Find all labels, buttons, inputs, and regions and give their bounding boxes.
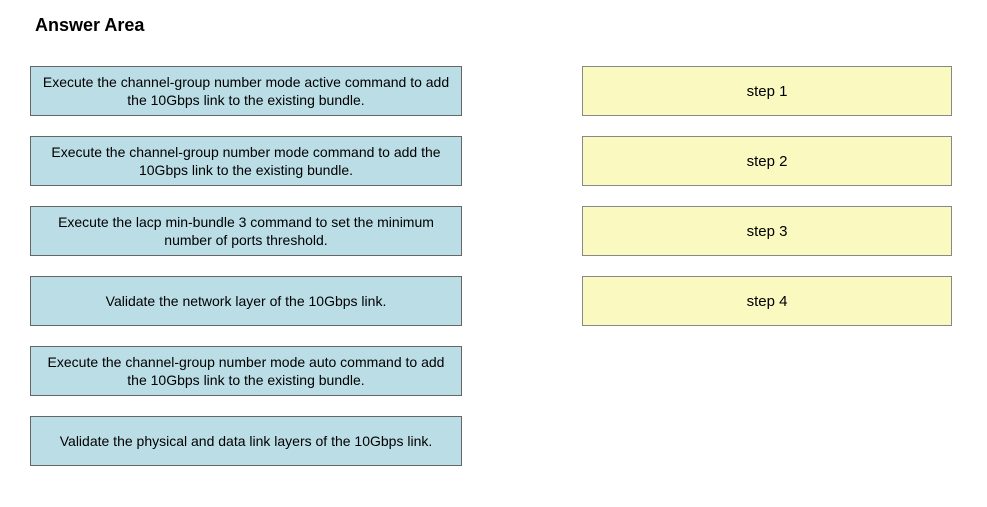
source-item[interactable]: Validate the network layer of the 10Gbps… <box>30 276 462 326</box>
page-title: Answer Area <box>35 15 957 36</box>
drag-drop-container: Execute the channel-group number mode ac… <box>30 66 957 466</box>
source-item[interactable]: Execute the channel-group number mode ac… <box>30 66 462 116</box>
target-column: step 1 step 2 step 3 step 4 <box>582 66 952 466</box>
source-column: Execute the channel-group number mode ac… <box>30 66 462 466</box>
source-item[interactable]: Execute the channel-group number mode co… <box>30 136 462 186</box>
target-item[interactable]: step 1 <box>582 66 952 116</box>
source-item[interactable]: Execute the channel-group number mode au… <box>30 346 462 396</box>
target-item[interactable]: step 3 <box>582 206 952 256</box>
source-item[interactable]: Execute the lacp min-bundle 3 command to… <box>30 206 462 256</box>
source-item[interactable]: Validate the physical and data link laye… <box>30 416 462 466</box>
target-item[interactable]: step 2 <box>582 136 952 186</box>
target-item[interactable]: step 4 <box>582 276 952 326</box>
